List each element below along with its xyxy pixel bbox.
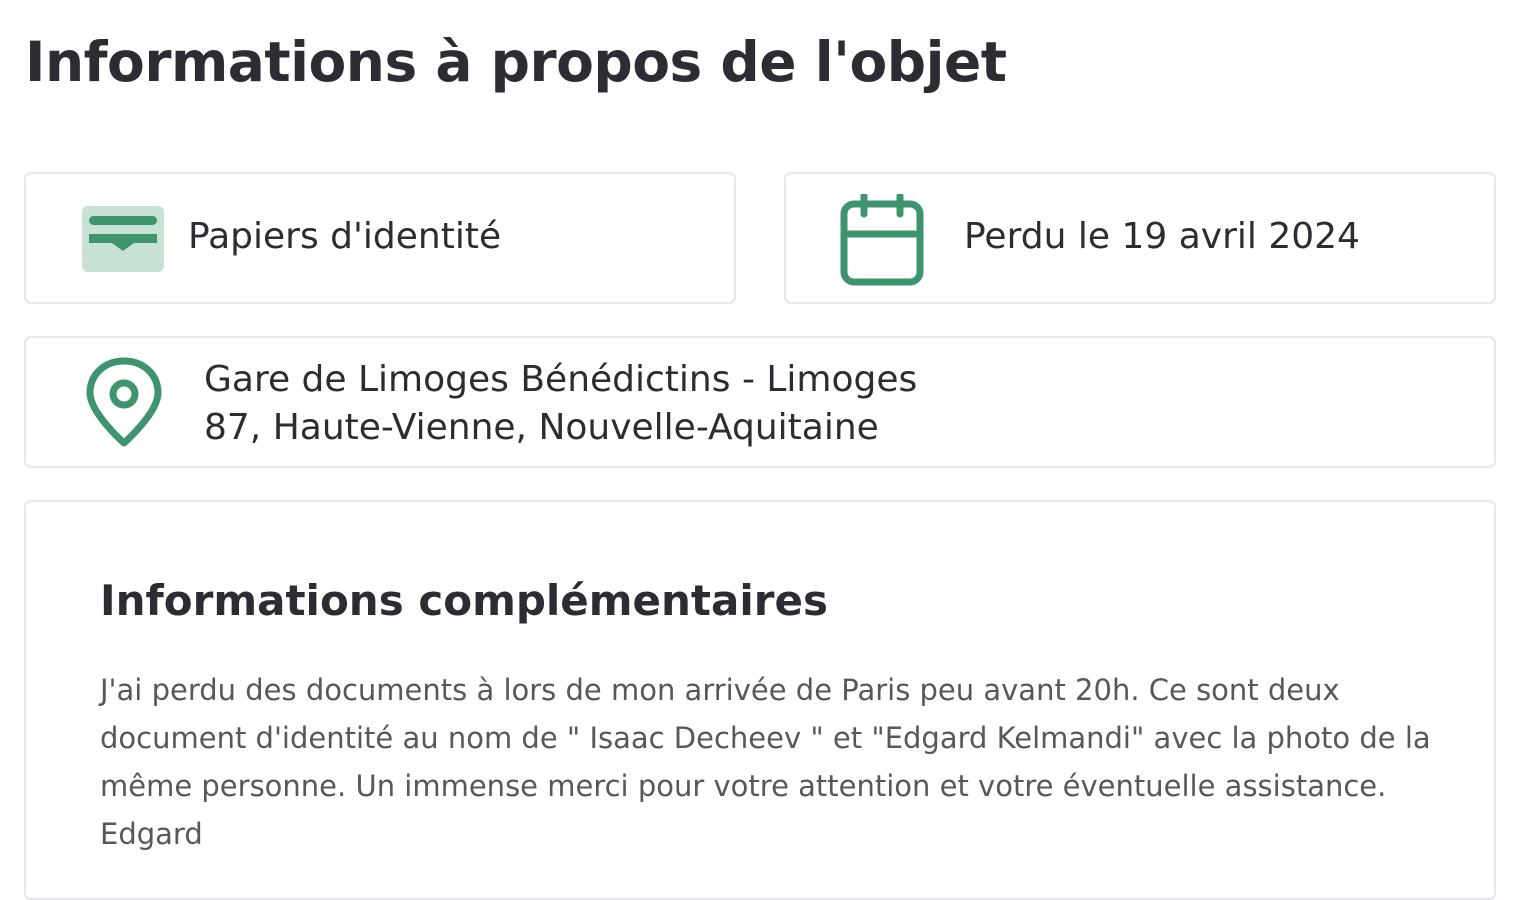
page-title: Informations à propos de l'objet: [25, 30, 1007, 94]
details-card: Informations complémentaires J'ai perdu …: [24, 500, 1496, 900]
category-card: Papiers d'identité: [24, 172, 736, 304]
details-line: document d'identité au nom de " Isaac De…: [100, 721, 1431, 755]
location-address: Gare de Limoges Bénédictins - Limoges 87…: [204, 356, 917, 452]
location-region: 87, Haute-Vienne, Nouvelle-Aquitaine: [204, 407, 879, 448]
category-label: Papiers d'identité: [188, 216, 502, 257]
location-station: Gare de Limoges Bénédictins - Limoges: [204, 359, 918, 400]
location-card: Gare de Limoges Bénédictins - Limoges 87…: [24, 336, 1496, 468]
date-label: Perdu le 19 avril 2024: [964, 216, 1360, 257]
details-description: J'ai perdu des documents à lors de mon a…: [100, 666, 1440, 858]
date-card: Perdu le 19 avril 2024: [784, 172, 1496, 304]
details-line: Edgard: [100, 817, 203, 851]
calendar-icon: [840, 194, 924, 286]
details-line: même personne. Un immense merci pour vot…: [100, 769, 1387, 803]
details-title: Informations complémentaires: [100, 576, 828, 625]
details-line: J'ai perdu des documents à lors de mon a…: [100, 673, 1340, 707]
id-card-icon: [82, 206, 164, 272]
map-pin-icon: [84, 357, 164, 449]
